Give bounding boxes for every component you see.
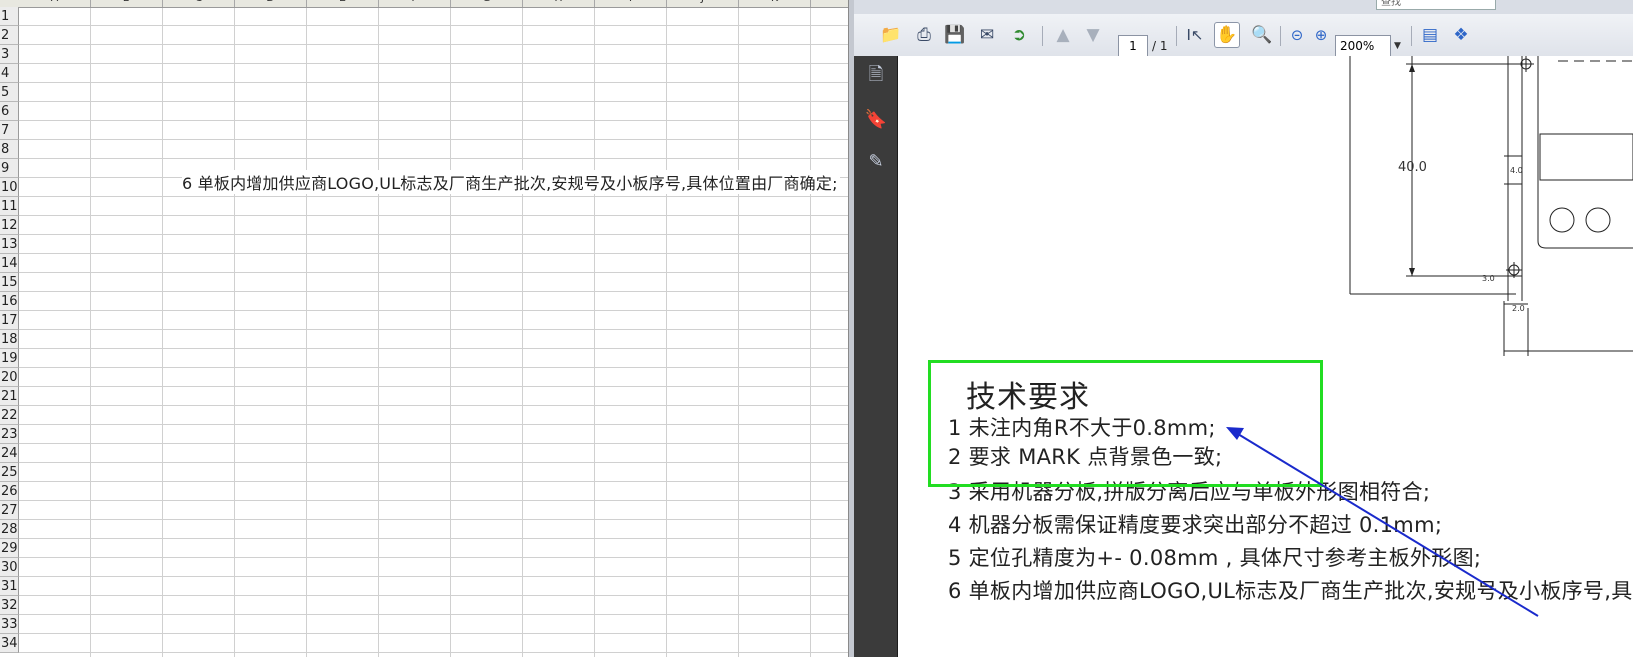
row-header[interactable]: 24 — [0, 444, 19, 463]
page-number-input[interactable]: 1 — [1118, 35, 1148, 57]
column-header[interactable]: D — [235, 0, 307, 7]
row-header[interactable]: 23 — [0, 425, 19, 444]
toolbar-separator — [1176, 26, 1177, 46]
row-header[interactable]: 30 — [0, 558, 19, 577]
row-header[interactable]: 20 — [0, 368, 19, 387]
column-header[interactable]: G — [451, 0, 523, 7]
column-header[interactable]: K — [739, 0, 811, 7]
row-header[interactable]: 34 — [0, 634, 19, 653]
toolbar-separator — [1042, 26, 1043, 46]
row-header[interactable]: 29 — [0, 539, 19, 558]
hand-icon[interactable]: ✋ — [1214, 22, 1240, 48]
row-header[interactable]: 12 — [0, 216, 19, 235]
row-header[interactable]: 17 — [0, 311, 19, 330]
annotation-arrow — [1226, 427, 1539, 617]
column-header[interactable]: E — [307, 0, 379, 7]
row-header[interactable]: 11 — [0, 197, 19, 216]
pages-icon[interactable]: 🗎 — [864, 64, 888, 90]
column-header[interactable]: A — [19, 0, 91, 7]
column-header[interactable]: C — [163, 0, 235, 7]
row-header[interactable]: 25 — [0, 463, 19, 482]
row-header[interactable]: 19 — [0, 349, 19, 368]
row-header[interactable]: 15 — [0, 273, 19, 292]
zoom-level-input[interactable]: 200% — [1335, 35, 1391, 57]
page-up-icon[interactable]: ▲ — [1050, 22, 1076, 48]
fit-width-icon[interactable]: ❖ — [1448, 22, 1474, 48]
row-header[interactable]: 1 — [0, 7, 19, 26]
toolbar-separator — [1411, 26, 1412, 46]
page-down-icon[interactable]: ▼ — [1080, 22, 1106, 48]
chevron-down-icon[interactable]: ▼ — [1394, 36, 1401, 56]
toolbar-separator — [1280, 26, 1281, 46]
title-strip: 查找 — [854, 0, 1633, 14]
row-header[interactable]: 14 — [0, 254, 19, 273]
column-header[interactable]: I — [595, 0, 667, 7]
row-header[interactable]: 27 — [0, 501, 19, 520]
fit-page-icon[interactable]: ▤ — [1417, 22, 1443, 48]
save-icon[interactable]: 💾 — [942, 22, 968, 48]
row-header[interactable]: 13 — [0, 235, 19, 254]
page-total: / 1 — [1152, 39, 1168, 53]
row-header[interactable]: 3 — [0, 45, 19, 64]
collaborate-icon[interactable]: ➲ — [1006, 22, 1032, 48]
open-folder-icon[interactable]: 📁 — [878, 22, 904, 48]
column-header[interactable]: H — [523, 0, 595, 7]
cell-grid[interactable] — [19, 7, 848, 657]
pdf-viewer: 查找 📁 ⎙ 💾 ✉ ➲ ▲ ▼ 1 / 1 I↖ ✋ 🔍 ⊝ ⊕ 200% ▼… — [854, 0, 1633, 657]
row-header[interactable]: 8 — [0, 140, 19, 159]
row-header[interactable]: 5 — [0, 83, 19, 102]
marquee-zoom-icon[interactable]: 🔍 — [1249, 22, 1275, 48]
toolbar: 📁 ⎙ 💾 ✉ ➲ ▲ ▼ 1 / 1 I↖ ✋ 🔍 ⊝ ⊕ 200% ▼ ▤ … — [854, 14, 1633, 57]
zoom-out-icon[interactable]: ⊝ — [1284, 22, 1310, 48]
column-header[interactable]: F — [379, 0, 451, 7]
navigation-panel: 🗎 🔖 ✎ — [854, 56, 898, 657]
row-header[interactable]: 21 — [0, 387, 19, 406]
row-header[interactable]: 32 — [0, 596, 19, 615]
document-page[interactable]: 40.0 4.0 3.0 2.0 技术要求 1 未注内角R不大于0.8mm; 2… — [898, 56, 1633, 657]
signatures-icon[interactable]: ✎ — [864, 148, 888, 174]
bookmarks-icon[interactable]: 🔖 — [864, 106, 888, 132]
row-header[interactable]: 10 — [0, 178, 19, 197]
column-header[interactable]: B — [91, 0, 163, 7]
email-icon[interactable]: ✉ — [974, 22, 1000, 48]
row-header[interactable]: 31 — [0, 577, 19, 596]
column-header[interactable]: J — [667, 0, 739, 7]
search-input[interactable]: 查找 — [1376, 0, 1496, 10]
row-header[interactable]: 18 — [0, 330, 19, 349]
row-header[interactable]: 6 — [0, 102, 19, 121]
row-header[interactable]: 16 — [0, 292, 19, 311]
merged-cell-text[interactable]: 6 单板内增加供应商LOGO,UL标志及厂商生产批次,安规号及小板序号,具体位置… — [182, 170, 840, 194]
row-header[interactable]: 9 — [0, 159, 19, 178]
row-header[interactable]: 2 — [0, 26, 19, 45]
row-header[interactable]: 26 — [0, 482, 19, 501]
row-header[interactable]: 22 — [0, 406, 19, 425]
row-header[interactable]: 4 — [0, 64, 19, 83]
zoom-in-icon[interactable]: ⊕ — [1308, 22, 1334, 48]
column-headers: A B C D E F G H I J K — [0, 0, 848, 8]
spreadsheet-pane: A B C D E F G H I J K 123456789101112131… — [0, 0, 848, 657]
row-header[interactable]: 28 — [0, 520, 19, 539]
row-header[interactable]: 7 — [0, 121, 19, 140]
row-header[interactable]: 33 — [0, 615, 19, 634]
print-icon[interactable]: ⎙ — [911, 22, 937, 48]
select-text-icon[interactable]: I↖ — [1182, 22, 1208, 48]
